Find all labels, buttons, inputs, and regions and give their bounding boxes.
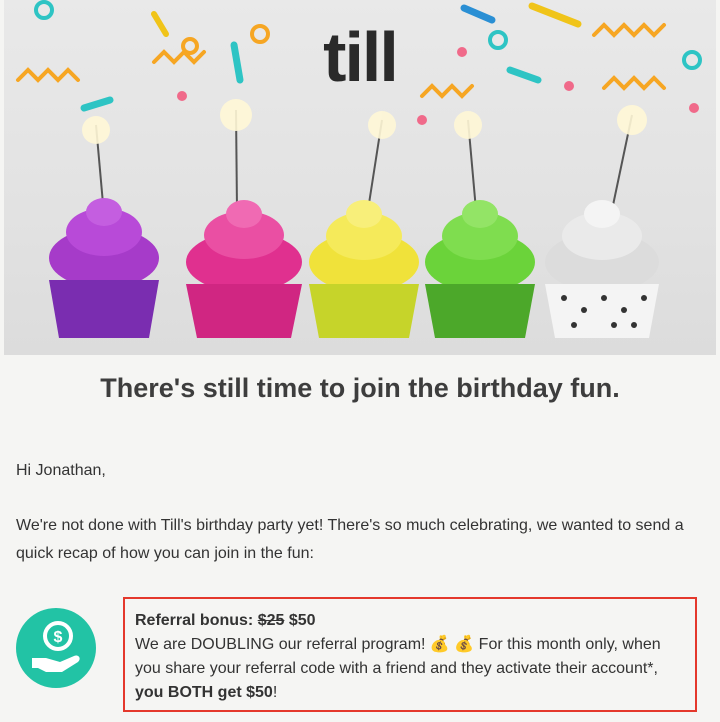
cupcake-yellow xyxy=(309,200,419,338)
hand-dollar-icon: $ xyxy=(16,608,96,688)
cupcake-purple xyxy=(49,198,159,338)
confetti-bar xyxy=(460,4,496,24)
confetti-ring xyxy=(34,0,54,20)
svg-text:$: $ xyxy=(54,629,63,646)
cupcake-green xyxy=(425,200,535,338)
referral-body-1: We are DOUBLING our referral program! xyxy=(135,636,426,653)
cupcake-pink xyxy=(186,200,302,338)
referral-new-amount: $50 xyxy=(288,612,316,629)
confetti-dot xyxy=(417,115,427,125)
referral-title-prefix: Referral bonus: xyxy=(135,612,254,629)
referral-old-amount: $25 xyxy=(257,612,285,629)
money-bag-icon: 💰 💰 xyxy=(429,636,475,653)
till-logo: till xyxy=(323,18,399,96)
hero-banner: till xyxy=(4,0,716,355)
confetti-dot xyxy=(689,103,699,113)
page-headline: There's still time to join the birthday … xyxy=(100,373,620,403)
referral-body-bold: you BOTH get $50 xyxy=(135,684,273,701)
referral-bonus-card: Referral bonus: $25 $50 We are DOUBLING … xyxy=(123,597,697,712)
intro-paragraph: We're not done with Till's birthday part… xyxy=(16,517,684,562)
referral-body-end: ! xyxy=(272,684,278,701)
confetti-bar xyxy=(80,96,114,112)
cupcake-white xyxy=(545,200,659,338)
confetti-dot xyxy=(177,91,187,101)
greeting-text: Hi Jonathan, xyxy=(16,462,106,479)
referral-title: Referral bonus: $25 $50 xyxy=(135,609,685,633)
